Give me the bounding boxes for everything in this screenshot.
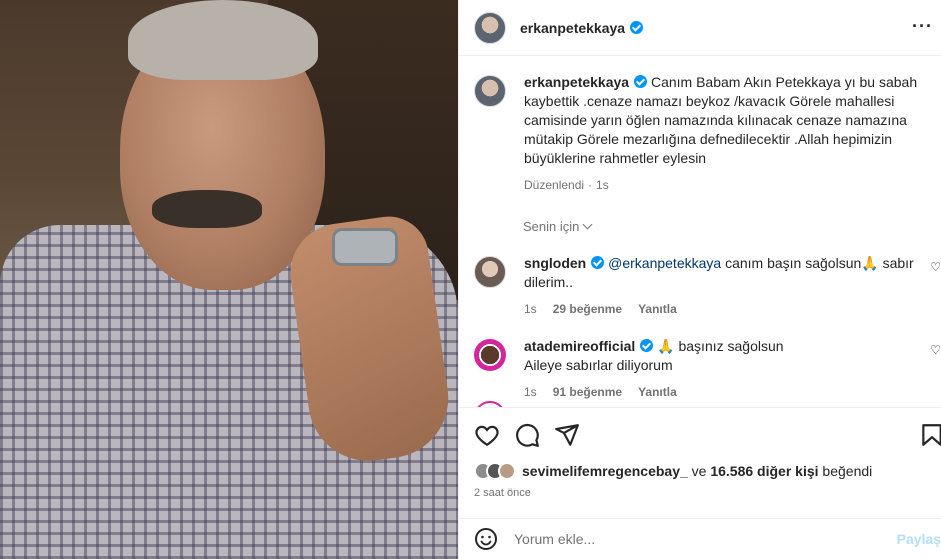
caption-edited-label: Düzenlendi [524,178,585,192]
bookmark-icon[interactable] [919,422,941,448]
photo-hair [128,0,318,80]
photo-mustache [152,190,262,228]
reply-button[interactable]: Yanıtla [638,383,677,402]
verified-icon [640,339,654,352]
photo-watch [332,228,398,266]
commenter-username[interactable]: sngloden [524,255,586,271]
commenter-avatar[interactable] [474,256,506,288]
liker-username[interactable]: sevimelifemregencebay_ [522,463,688,479]
caption-username[interactable]: erkanpetekkaya [524,74,629,90]
comment-text-line2: Aileye sabırlar diliyorum [524,357,673,373]
comment-filter-dropdown[interactable]: Senin için [459,219,941,234]
add-comment-bar: Paylaş [459,518,941,559]
reply-button[interactable]: Yanıtla [638,300,677,319]
comments-list[interactable]: erkanpetekkaya Canım Babam Akın Petekkay… [459,57,941,407]
likes-others-count[interactable]: 16.586 diğer kişi [710,463,818,479]
meta-separator: · [588,178,593,192]
author-username[interactable]: erkanpetekkaya [520,20,625,36]
likes-connector: ve [691,463,707,479]
comment-likes[interactable]: 91 beğenme [553,383,622,402]
post-side-panel: erkanpetekkaya ··· erkanpetekkaya Canım … [458,0,941,559]
comment-input[interactable] [514,531,874,547]
verified-icon [591,256,605,269]
liker-avatar [498,462,516,480]
commenter-avatar[interactable] [474,339,506,371]
verified-icon [634,75,648,88]
comment-item: sngloden @erkanpetekkaya canım başın sağ… [459,254,941,319]
comment-mention[interactable]: @erkanpetekkaya [608,255,721,271]
comment-time[interactable]: 1s [524,300,537,319]
post-actions-bar [459,407,941,447]
caption: erkanpetekkaya Canım Babam Akın Petekkay… [459,73,941,195]
emoji-icon[interactable] [474,527,498,551]
post-photo [0,0,458,559]
comment-text: 🙏 başınız sağolsun [657,338,784,354]
post-header: erkanpetekkaya ··· [459,0,941,56]
caption-avatar[interactable] [474,75,506,107]
comment-like-heart-icon[interactable]: ♡ [930,343,941,357]
comment-time[interactable]: 1s [524,383,537,402]
share-send-icon[interactable] [554,422,580,448]
caption-time[interactable]: 1s [596,176,609,195]
comment-icon[interactable] [514,422,540,448]
comment-like-heart-icon[interactable]: ♡ [930,260,941,274]
likes-summary: sevimelifemregencebay_ ve 16.586 diğer k… [474,462,872,480]
more-horizontal-icon[interactable]: ··· [912,16,933,36]
author-avatar[interactable] [474,11,506,44]
comment-filter-label: Senin için [523,219,580,234]
post-timestamp[interactable]: 2 saat önce [474,487,531,499]
commenter-username[interactable]: atademireofficial [524,338,635,354]
post-comment-button[interactable]: Paylaş [897,531,941,547]
like-heart-icon[interactable] [474,422,500,448]
chevron-down-icon [582,219,593,230]
verified-icon [630,21,644,34]
comment-item: atademireofficial 🙏 başınız sağolsun Ail… [459,337,941,402]
comment-likes[interactable]: 29 beğenme [553,300,622,319]
likes-suffix: beğendi [822,463,873,479]
